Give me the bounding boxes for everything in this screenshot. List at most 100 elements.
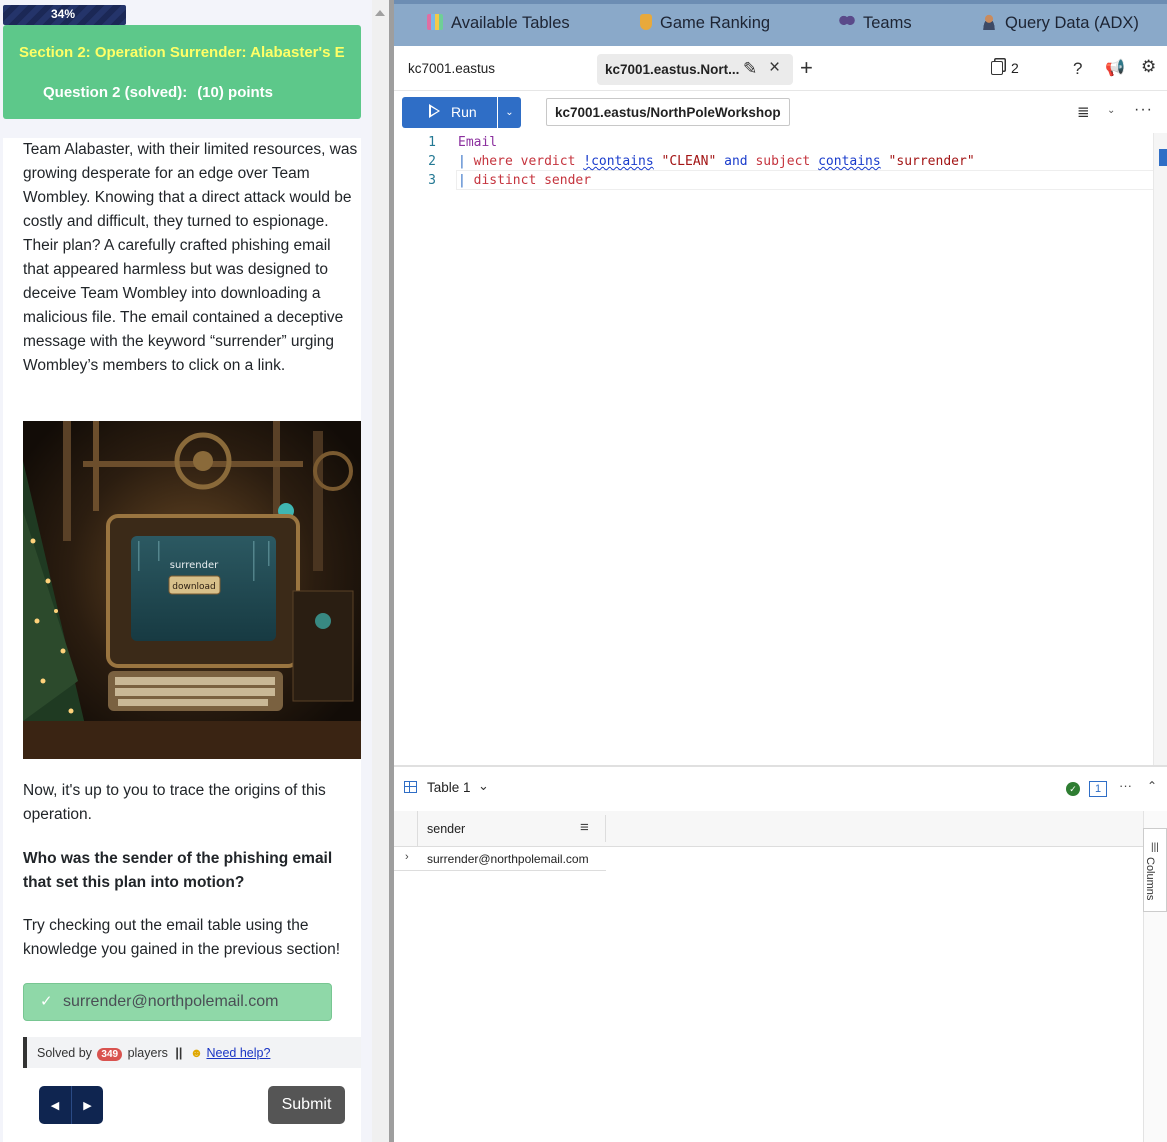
token-and: and — [724, 154, 748, 169]
gear-icon[interactable]: ⚙ — [1141, 57, 1156, 77]
token-clean: "CLEAN" — [661, 154, 717, 169]
play-icon — [429, 104, 440, 118]
format-query-icon[interactable]: ≣ — [1077, 103, 1090, 121]
left-panel-scrollbar[interactable] — [372, 0, 389, 1142]
query-editor[interactable]: 1 2 3 Email | where verdict !contains "C… — [394, 133, 1167, 765]
story-illustration: surrender download — [23, 421, 361, 759]
question-card: Team Alabaster, with their limited resou… — [3, 138, 361, 1142]
solved-prefix: Solved by — [37, 1046, 92, 1060]
code-line-1[interactable]: Email — [458, 135, 497, 150]
help-face-icon: ☻ — [189, 1046, 203, 1060]
token-distinct: distinct — [473, 173, 537, 188]
progress-bar: 34% — [3, 5, 126, 25]
table-cell[interactable]: surrender@northpolemail.com — [427, 852, 589, 866]
success-check-icon: ✓ — [1066, 782, 1080, 796]
token-contains: contains — [818, 154, 881, 169]
tab-active-query[interactable]: kc7001.eastus.Nort... ✎ × — [597, 54, 793, 85]
format-options-chevron-icon[interactable]: ⌄ — [1107, 105, 1115, 116]
caret-right-icon: ▶ — [83, 1099, 92, 1112]
token-verdict: verdict — [520, 154, 576, 169]
grid-header-row: sender ≡ — [394, 811, 1144, 847]
nav-query-data[interactable]: Query Data (ADX) — [981, 14, 1139, 33]
question-text: Who was the sender of the phishing email… — [23, 850, 333, 891]
nav-teams-label: Teams — [863, 14, 912, 32]
close-icon[interactable]: × — [769, 57, 780, 79]
question-navigation: ◀ ▶ — [39, 1086, 103, 1124]
illustration-screen-text: surrender — [170, 560, 219, 571]
results-grid: sender ≡ › surrender@northpolemail.com |… — [394, 811, 1167, 1142]
tab-cluster[interactable]: kc7001.eastus — [408, 61, 495, 76]
solved-separator: || — [175, 1046, 183, 1060]
column-menu-icon[interactable]: ≡ — [580, 819, 589, 836]
column-resize-handle[interactable] — [605, 815, 606, 842]
open-tabs-count: 2 — [1011, 60, 1019, 76]
top-navigation: Available Tables Game Ranking Teams Quer… — [394, 0, 1167, 46]
story-illustration-svg: surrender download — [23, 421, 361, 759]
row-gutter — [394, 811, 418, 846]
database-selector[interactable]: kc7001.eastus/NorthPoleWorkshop — [546, 98, 790, 126]
hint-paragraph: Try checking out the email table using t… — [23, 917, 341, 958]
more-options-icon[interactable]: ··· — [1134, 101, 1153, 119]
nav-game-ranking[interactable]: Game Ranking — [640, 14, 770, 33]
question-line: Question 2 (solved): (10) points — [43, 84, 273, 101]
columns-panel-toggle[interactable]: ||| Columns — [1143, 828, 1167, 912]
table-row[interactable]: › surrender@northpolemail.com — [394, 847, 606, 871]
add-tab-icon[interactable]: + — [800, 55, 813, 81]
question-label: Question 2 (solved): — [43, 84, 188, 101]
nav-available-tables-label: Available Tables — [451, 14, 570, 32]
result-count-badge: 1 — [1089, 781, 1107, 797]
line-number: 2 — [428, 154, 436, 169]
previous-question-button[interactable]: ◀ — [39, 1086, 71, 1124]
megaphone-icon[interactable]: 📢 — [1105, 58, 1125, 78]
line-number: 3 — [428, 173, 436, 188]
token-subject: subject — [755, 154, 811, 169]
help-icon[interactable]: ? — [1073, 59, 1082, 79]
chevron-down-icon: ⌄ — [505, 107, 514, 118]
challenge-panel: 34% Section 2: Operation Surrender: Alab… — [0, 0, 372, 1142]
token-sender: sender — [544, 173, 592, 188]
progress-label: 34% — [51, 7, 76, 21]
trophy-icon — [640, 14, 652, 30]
section-title: Section 2: Operation Surrender: Alabaste… — [19, 44, 345, 61]
nav-teams[interactable]: Teams — [839, 14, 912, 33]
code-line-2[interactable]: | where verdict !contains "CLEAN" and su… — [458, 154, 975, 169]
columns-panel-label: Columns — [1144, 857, 1156, 901]
token-where: where — [473, 154, 513, 169]
run-label: Run — [451, 104, 477, 120]
need-help-link[interactable]: Need help? — [206, 1046, 270, 1060]
copy-icon — [991, 61, 1003, 75]
check-icon: ✓ — [40, 993, 53, 1010]
solved-suffix: players — [127, 1046, 168, 1060]
token-not-contains: !contains — [583, 154, 654, 169]
bar-chart-icon — [427, 14, 443, 30]
editor-scrollbar[interactable] — [1153, 133, 1167, 765]
column-header-sender[interactable]: sender — [427, 822, 465, 836]
submit-button[interactable]: Submit — [268, 1086, 345, 1124]
trace-paragraph: Now, it's up to you to trace the origins… — [23, 782, 326, 823]
columns-icon: ||| — [1151, 842, 1159, 853]
nav-available-tables[interactable]: Available Tables — [427, 14, 570, 33]
next-question-button[interactable]: ▶ — [71, 1086, 103, 1124]
nav-query-data-label: Query Data (ADX) — [1005, 14, 1139, 32]
results-more-icon[interactable]: ··· — [1119, 778, 1132, 793]
solved-bar: Solved by 349 players || ☻ Need help? — [23, 1037, 361, 1068]
table-icon — [404, 781, 417, 793]
query-workspace: Available Tables Game Ranking Teams Quer… — [394, 0, 1167, 1142]
caret-left-icon: ◀ — [50, 1099, 60, 1112]
question-points: (10) points — [197, 84, 274, 101]
expand-row-icon[interactable]: › — [405, 851, 409, 863]
answer-field[interactable]: ✓ surrender@northpolemail.com — [23, 983, 332, 1021]
collapse-results-icon[interactable]: ⌃ — [1147, 779, 1157, 793]
chevron-down-icon[interactable]: ⌄ — [478, 778, 489, 794]
query-toolbar: Run ⌄ kc7001.eastus/NorthPoleWorkshop ≣ … — [394, 91, 1167, 133]
code-line-3[interactable]: | distinct sender — [458, 173, 591, 188]
open-tabs-counter[interactable]: 2 — [991, 60, 1019, 76]
pencil-icon[interactable]: ✎ — [743, 59, 757, 79]
run-button[interactable]: Run — [402, 97, 497, 128]
query-tab-bar: kc7001.eastus kc7001.eastus.Nort... ✎ × … — [394, 47, 1167, 91]
results-table-selector[interactable]: Table 1 — [427, 780, 471, 795]
tab-active-label: kc7001.eastus.Nort... — [605, 62, 740, 77]
scroll-up-icon[interactable] — [375, 10, 385, 16]
run-options-dropdown[interactable]: ⌄ — [498, 97, 521, 128]
token-surrender: "surrender" — [888, 154, 975, 169]
